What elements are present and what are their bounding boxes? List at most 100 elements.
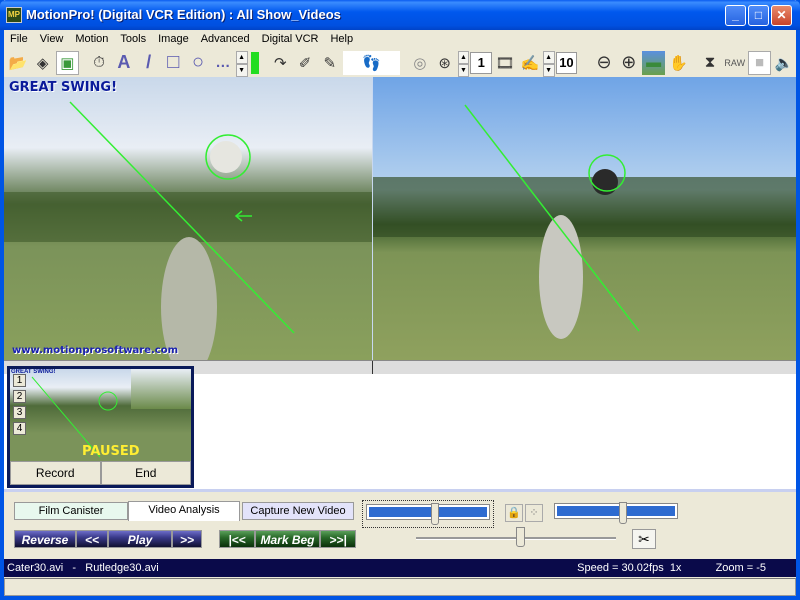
camera-4-button[interactable]: 4 <box>13 422 26 435</box>
message-field[interactable] <box>4 578 796 596</box>
reel-icon[interactable]: ⊛ <box>433 51 457 75</box>
toolbar: 📂 ◈ ▣ ⏱ A / □ ○ … ▲ ▼ ↷ ✐ ✎ 👣 ◎ ⊛ ▲ ▼ 1 … <box>4 49 796 77</box>
spin-down-icon[interactable]: ▼ <box>235 63 248 77</box>
zoom-out-icon[interactable]: ⊖ <box>592 51 616 75</box>
menu-digital-vcr[interactable]: Digital VCR <box>256 30 325 48</box>
spin-up-icon[interactable]: ▲ <box>542 50 555 64</box>
line-tool-icon[interactable]: / <box>137 51 161 75</box>
line-width-stepper[interactable]: ▲ ▼ <box>235 50 248 77</box>
mark-beg-button[interactable]: Mark Beg <box>255 530 320 548</box>
dual-view-icon[interactable]: ▣ <box>55 50 80 75</box>
tree-line <box>4 192 372 242</box>
tree-line <box>373 177 796 237</box>
lock-icon[interactable]: 🔒 <box>505 504 523 522</box>
spin-up-icon[interactable]: ▲ <box>457 50 470 64</box>
golfer-body <box>161 237 217 360</box>
color-picker-swatch[interactable] <box>250 51 259 74</box>
menu-image[interactable]: Image <box>152 30 195 48</box>
spin-down-icon[interactable]: ▼ <box>542 63 555 77</box>
rectangle-tool-icon[interactable]: □ <box>161 51 185 75</box>
motionpro-app-icon[interactable]: MP <box>6 7 22 23</box>
video-left-drawings <box>4 101 372 360</box>
mark-controls: |<< Mark Beg >>| <box>219 530 356 548</box>
eraser-icon[interactable]: ✐ <box>293 51 317 75</box>
zoom-in-icon[interactable]: ⊕ <box>617 51 641 75</box>
status-speed-zoom: Speed = 30.02fps 1x Zoom = -5 <box>577 559 766 577</box>
menu-motion[interactable]: Motion <box>69 30 114 48</box>
menu-file[interactable]: File <box>4 30 34 48</box>
go-start-button[interactable]: |<< <box>219 530 255 548</box>
footprint-icon[interactable]: 👣 <box>342 50 401 75</box>
spin-up-icon[interactable]: ▲ <box>235 50 248 64</box>
film-reel-icon[interactable]: ◈ <box>31 51 55 75</box>
spin-down-icon[interactable]: ▼ <box>457 63 470 77</box>
close-button[interactable]: ✕ <box>771 5 792 26</box>
reverse-button[interactable]: Reverse <box>14 530 76 548</box>
link-icon[interactable]: ⁘ <box>525 504 543 522</box>
menu-view[interactable]: View <box>34 30 70 48</box>
draw-sequence-icon[interactable]: ✍ <box>518 51 542 75</box>
circle-tool-icon[interactable]: ○ <box>186 51 210 75</box>
frame-step-stepper[interactable]: ▲ ▼ <box>457 50 470 77</box>
record-button[interactable]: Record <box>10 461 101 485</box>
left-video-slider[interactable] <box>366 503 490 525</box>
video-caption: GREAT SWING! <box>9 80 118 95</box>
watermark-url: www.motionprosoftware.com <box>12 345 178 356</box>
paused-status: PAUSED <box>82 444 140 459</box>
video-left-panel[interactable]: GREAT SWING! www.motionprosoftware.com <box>4 77 372 360</box>
preview-area: GREAT SWING! 1 2 3 4 PAUSED Record End <box>4 366 796 489</box>
tab-video-analysis[interactable]: Video Analysis <box>128 501 240 521</box>
camera-1-button[interactable]: 1 <box>13 374 26 387</box>
splitter-divider <box>372 361 373 375</box>
filmstrip-icon[interactable]: 🎞 <box>493 51 517 75</box>
menu-advanced[interactable]: Advanced <box>195 30 256 48</box>
title-bar: MP MotionPro! (Digital VCR Edition) : Al… <box>0 0 800 30</box>
text-tool-icon[interactable]: A <box>112 51 136 75</box>
maximize-button[interactable]: □ <box>748 5 769 26</box>
stopwatch-icon[interactable]: ⏱ <box>87 51 111 75</box>
video-area: GREAT SWING! www.motionprosoftware.com <box>4 77 796 360</box>
redo-icon[interactable]: ↷ <box>268 51 292 75</box>
forward-button[interactable]: >> <box>172 530 202 548</box>
right-slider-fill <box>557 506 675 516</box>
play-button[interactable]: Play <box>108 530 172 548</box>
open-folder-icon[interactable]: 📂 <box>6 51 30 75</box>
menu-tools[interactable]: Tools <box>114 30 152 48</box>
left-slider-fill <box>369 507 487 517</box>
left-slider-thumb[interactable] <box>431 503 439 525</box>
go-end-button[interactable]: >>| <box>320 530 356 548</box>
camera-3-button[interactable]: 3 <box>13 406 26 419</box>
menu-help[interactable]: Help <box>324 30 359 48</box>
right-video-slider[interactable] <box>554 502 678 524</box>
erase-all-icon[interactable]: ✎ <box>318 51 342 75</box>
status-speed: Speed = 30.02fps 1x <box>577 562 682 574</box>
more-tools-icon[interactable]: … <box>211 51 235 75</box>
left-video-slider-box <box>362 500 494 528</box>
window-title: MotionPro! (Digital VCR Edition) : All S… <box>26 7 341 22</box>
frame-step-field[interactable]: 1 <box>470 51 493 74</box>
tab-film-canister[interactable]: Film Canister <box>14 502 128 520</box>
right-video-slider-box <box>551 500 681 528</box>
video-right-panel[interactable] <box>373 77 796 360</box>
rewind-button[interactable]: << <box>76 530 108 548</box>
playback-controls: Reverse << Play >> <box>14 530 202 548</box>
blank-toggle-icon[interactable]: ■ <box>747 50 772 75</box>
frame-skip-field[interactable]: 10 <box>555 51 578 74</box>
preview-image[interactable]: GREAT SWING! 1 2 3 4 PAUSED <box>10 369 191 461</box>
end-button[interactable]: End <box>100 461 191 485</box>
raw-toggle-icon[interactable]: RAW <box>723 51 747 75</box>
scissors-icon[interactable]: ✂ <box>632 529 656 549</box>
minimize-button[interactable]: _ <box>725 5 746 26</box>
audio-icon[interactable]: 🔈 <box>772 51 796 75</box>
mirror-icon[interactable]: ⧗ <box>698 51 722 75</box>
camera-2-button[interactable]: 2 <box>13 390 26 403</box>
sync-slider-thumb[interactable] <box>516 527 525 547</box>
control-panel: Film Canister Video Analysis Capture New… <box>4 489 796 559</box>
frame-skip-stepper[interactable]: ▲ ▼ <box>542 50 555 77</box>
right-slider-thumb[interactable] <box>619 502 627 524</box>
sync-slider[interactable] <box>416 527 616 547</box>
tab-capture-new-video[interactable]: Capture New Video <box>242 502 354 520</box>
background-image-icon[interactable]: ▬ <box>641 50 666 75</box>
spiral-icon[interactable]: ◎ <box>408 51 432 75</box>
pan-hand-icon[interactable]: ✋ <box>666 51 690 75</box>
